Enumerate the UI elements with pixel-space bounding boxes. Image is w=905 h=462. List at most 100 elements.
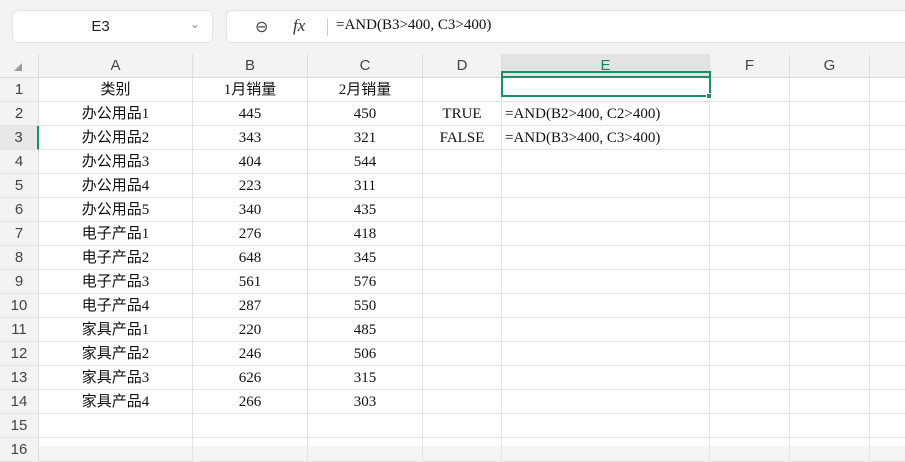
- cell-g3[interactable]: [790, 126, 870, 150]
- cell-g11[interactable]: [790, 318, 870, 342]
- cell-d14[interactable]: [423, 390, 502, 414]
- cell-b12[interactable]: 246: [193, 342, 308, 366]
- cell-a10[interactable]: 电子产品4: [39, 294, 193, 318]
- cell-b10[interactable]: 287: [193, 294, 308, 318]
- cell-c3[interactable]: 321: [308, 126, 423, 150]
- cell-f9[interactable]: [710, 270, 790, 294]
- cell-f5[interactable]: [710, 174, 790, 198]
- cell-e5[interactable]: [502, 174, 710, 198]
- cell-a2[interactable]: 办公用品1: [39, 102, 193, 126]
- cell-c4[interactable]: 544: [308, 150, 423, 174]
- cell-a13[interactable]: 家具产品3: [39, 366, 193, 390]
- cell-d8[interactable]: [423, 246, 502, 270]
- cell-e16[interactable]: [502, 438, 710, 462]
- cell-c10[interactable]: 550: [308, 294, 423, 318]
- cell-c13[interactable]: 315: [308, 366, 423, 390]
- cell-c2[interactable]: 450: [308, 102, 423, 126]
- row-header-11[interactable]: 11: [0, 318, 39, 342]
- cell-c16[interactable]: [308, 438, 423, 462]
- cell-c14[interactable]: 303: [308, 390, 423, 414]
- formula-input[interactable]: =AND(B3>400, C3>400): [336, 17, 491, 34]
- cell-h7[interactable]: [870, 222, 905, 246]
- cell-e13[interactable]: [502, 366, 710, 390]
- cell-e14[interactable]: [502, 390, 710, 414]
- cell-f7[interactable]: [710, 222, 790, 246]
- cell-d3[interactable]: FALSE: [423, 126, 502, 150]
- cell-d10[interactable]: [423, 294, 502, 318]
- cell-b16[interactable]: [193, 438, 308, 462]
- cell-c8[interactable]: 345: [308, 246, 423, 270]
- cell-h3[interactable]: [870, 126, 905, 150]
- cell-d2[interactable]: TRUE: [423, 102, 502, 126]
- cell-e6[interactable]: [502, 198, 710, 222]
- cell-a5[interactable]: 办公用品4: [39, 174, 193, 198]
- cell-a16[interactable]: [39, 438, 193, 462]
- cell-g12[interactable]: [790, 342, 870, 366]
- cell-g10[interactable]: [790, 294, 870, 318]
- cell-h6[interactable]: [870, 198, 905, 222]
- cell-e9[interactable]: [502, 270, 710, 294]
- cell-g13[interactable]: [790, 366, 870, 390]
- cell-b1[interactable]: 1月销量: [193, 78, 308, 102]
- cell-a15[interactable]: [39, 414, 193, 438]
- row-header-3[interactable]: 3: [0, 126, 39, 150]
- row-header-4[interactable]: 4: [0, 150, 39, 174]
- function-icon[interactable]: fx: [293, 16, 305, 36]
- cell-c7[interactable]: 418: [308, 222, 423, 246]
- cell-a14[interactable]: 家具产品4: [39, 390, 193, 414]
- cell-g4[interactable]: [790, 150, 870, 174]
- cell-g7[interactable]: [790, 222, 870, 246]
- cell-a9[interactable]: 电子产品3: [39, 270, 193, 294]
- cell-e8[interactable]: [502, 246, 710, 270]
- cell-d11[interactable]: [423, 318, 502, 342]
- cell-d12[interactable]: [423, 342, 502, 366]
- cell-f13[interactable]: [710, 366, 790, 390]
- cell-a3[interactable]: 办公用品2: [39, 126, 193, 150]
- cell-b11[interactable]: 220: [193, 318, 308, 342]
- cell-f15[interactable]: [710, 414, 790, 438]
- cell-h15[interactable]: [870, 414, 905, 438]
- row-header-12[interactable]: 12: [0, 342, 39, 366]
- cell-h9[interactable]: [870, 270, 905, 294]
- cell-b6[interactable]: 340: [193, 198, 308, 222]
- column-header-a[interactable]: A: [39, 54, 193, 78]
- row-header-16[interactable]: 16: [0, 438, 39, 462]
- formula-bar[interactable]: ⊖ fx =AND(B3>400, C3>400): [226, 10, 905, 43]
- cell-d16[interactable]: [423, 438, 502, 462]
- cell-d4[interactable]: [423, 150, 502, 174]
- row-header-14[interactable]: 14: [0, 390, 39, 414]
- cell-g14[interactable]: [790, 390, 870, 414]
- column-header-d[interactable]: D: [423, 54, 502, 78]
- cell-h8[interactable]: [870, 246, 905, 270]
- cell-d13[interactable]: [423, 366, 502, 390]
- cell-h4[interactable]: [870, 150, 905, 174]
- cell-e10[interactable]: [502, 294, 710, 318]
- cell-a4[interactable]: 办公用品3: [39, 150, 193, 174]
- column-header-f[interactable]: F: [710, 54, 790, 78]
- cell-f1[interactable]: [710, 78, 790, 102]
- cell-f8[interactable]: [710, 246, 790, 270]
- cell-f12[interactable]: [710, 342, 790, 366]
- cell-g2[interactable]: [790, 102, 870, 126]
- cell-g8[interactable]: [790, 246, 870, 270]
- cell-b15[interactable]: [193, 414, 308, 438]
- cell-e4[interactable]: [502, 150, 710, 174]
- cell-b3[interactable]: 343: [193, 126, 308, 150]
- cell-d15[interactable]: [423, 414, 502, 438]
- cell-a6[interactable]: 办公用品5: [39, 198, 193, 222]
- cell-f14[interactable]: [710, 390, 790, 414]
- cell-g9[interactable]: [790, 270, 870, 294]
- cell-h16[interactable]: [870, 438, 905, 462]
- cell-a1[interactable]: 类别: [39, 78, 193, 102]
- cell-e15[interactable]: [502, 414, 710, 438]
- cell-e12[interactable]: [502, 342, 710, 366]
- cell-h12[interactable]: [870, 342, 905, 366]
- cell-d9[interactable]: [423, 270, 502, 294]
- cell-h5[interactable]: [870, 174, 905, 198]
- cell-c1[interactable]: 2月销量: [308, 78, 423, 102]
- column-header-g[interactable]: G: [790, 54, 870, 78]
- row-header-7[interactable]: 7: [0, 222, 39, 246]
- cell-g5[interactable]: [790, 174, 870, 198]
- row-header-9[interactable]: 9: [0, 270, 39, 294]
- cell-a11[interactable]: 家具产品1: [39, 318, 193, 342]
